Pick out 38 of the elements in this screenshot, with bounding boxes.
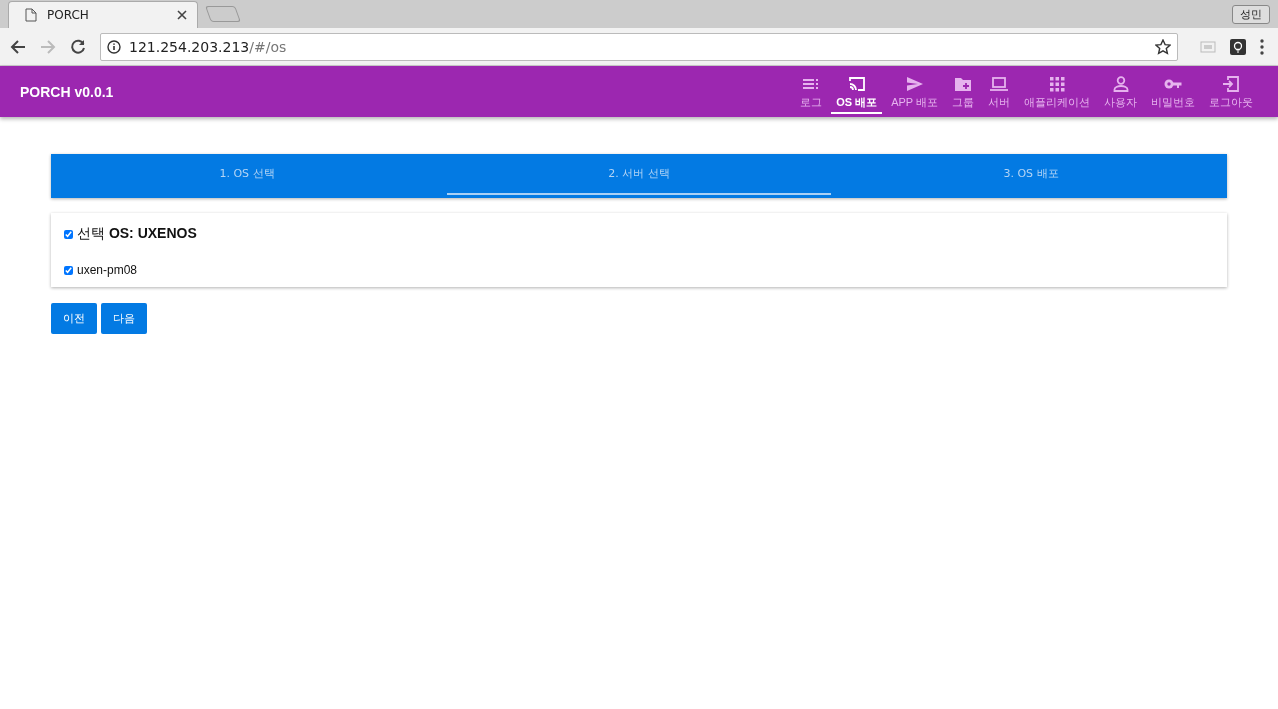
nav-item[interactable]: 사용자 [1099,69,1142,114]
person-icon [1111,75,1130,93]
star-icon[interactable] [1155,38,1171,55]
address-bar[interactable]: 121.254.203.213/#/os [100,32,1178,61]
selected-os-label: 선택 OS: UXENOS [77,225,197,243]
browser-tab[interactable]: PORCH [8,1,198,28]
cast-icon [847,75,866,93]
app-title: PORCH v0.0.1 [20,83,114,100]
next-button[interactable]: 다음 [101,303,147,334]
nav-item[interactable]: OS 배포 [831,69,883,114]
bulb-icon[interactable] [1230,38,1246,55]
server-label: uxen-pm08 [77,263,138,277]
laptop-icon [990,75,1008,93]
step-tab[interactable]: 3. OS 배포 [839,154,1223,195]
send-icon [905,75,924,93]
nav-item[interactable]: 로그아웃 [1204,69,1258,114]
nav-item[interactable]: 서버 [983,69,1015,114]
step-tab[interactable]: 2. 서버 선택 [447,154,831,195]
checkbox[interactable] [64,265,73,275]
exit-icon [1222,75,1240,93]
info-icon [107,39,121,54]
tab-title: PORCH [47,8,90,22]
nav-item[interactable]: 그룹 [947,69,979,114]
previous-button[interactable]: 이전 [51,303,97,334]
nav-item[interactable]: 비밀번호 [1146,69,1200,114]
grid-icon [1048,75,1066,93]
back-icon[interactable] [10,38,26,55]
nav-item[interactable]: APP 배포 [886,69,943,114]
close-icon[interactable] [177,10,187,20]
document-icon [25,8,37,22]
reload-icon[interactable] [70,38,86,55]
profile-button[interactable]: 성민 [1232,4,1270,24]
nav-item[interactable]: 로그 [795,69,828,114]
folder-icon [954,75,972,93]
step-tab[interactable]: 1. OS 선택 [55,154,439,195]
menu-icon[interactable] [1260,38,1264,55]
nav-item[interactable]: 애플리케이션 [1019,69,1095,114]
checkbox[interactable] [64,229,73,239]
